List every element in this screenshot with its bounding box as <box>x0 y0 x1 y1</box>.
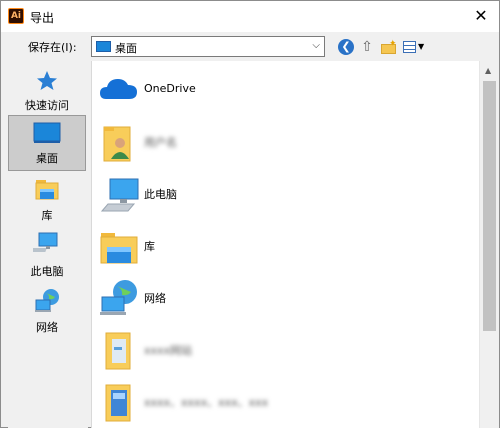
list-item-label: 库 <box>144 240 155 253</box>
list-item-onedrive[interactable]: OneDrive <box>92 65 478 115</box>
place-library[interactable]: 库 <box>8 173 86 229</box>
vertical-scrollbar[interactable]: ▲ <box>479 61 499 428</box>
sparkle-glyph: ✦ <box>389 39 397 49</box>
onedrive-cloud-icon <box>100 79 137 99</box>
this-pc-icon <box>100 178 139 212</box>
place-desktop[interactable]: 桌面 <box>8 115 86 171</box>
view-menu-arrow: ▼ <box>418 42 425 51</box>
up-one-level-icon[interactable]: ⇧ <box>359 39 375 55</box>
place-label: 网络 <box>36 321 58 334</box>
list-item-user-folder[interactable]: 用户名 <box>92 117 478 167</box>
place-network[interactable]: 网络 <box>8 285 86 341</box>
desktop-icon <box>33 122 61 143</box>
new-folder-icon[interactable]: ✦ <box>380 39 398 55</box>
folder-icon <box>105 332 131 370</box>
user-folder-icon <box>103 126 131 162</box>
list-item-label: 用户名 <box>144 136 177 149</box>
place-quick-access[interactable]: 快速访问 <box>8 63 86 119</box>
window-title: 导出 <box>30 11 55 25</box>
view-grid-glyph <box>403 41 416 53</box>
network-icon <box>100 280 137 315</box>
illustrator-app-icon: Ai <box>8 8 24 24</box>
list-item-label: 此电脑 <box>144 188 177 201</box>
library-icon <box>35 180 59 200</box>
list-item-label: xxxx网站 <box>144 344 193 357</box>
location-value: 桌面 <box>115 42 137 55</box>
list-item-library[interactable]: 库 <box>92 221 478 271</box>
export-dialog: Ai 导出 ✕ 保存在(I): 桌面 ⌵ ❮ ⇧ ✦ ▼ 快速访问 桌面 库 此… <box>0 0 500 428</box>
back-icon[interactable]: ❮ <box>338 39 354 55</box>
list-item-network[interactable]: 网络 <box>92 273 478 323</box>
navigation-toolbar: ❮ ⇧ ✦ ▼ <box>338 38 427 56</box>
place-label: 桌面 <box>36 152 58 165</box>
save-in-row: 保存在(I): 桌面 ⌵ ❮ ⇧ ✦ ▼ <box>1 32 499 60</box>
list-item-folder[interactable]: xxxx、xxxx、xxx、xxx <box>92 377 478 427</box>
list-item-folder[interactable]: xxxx网站 <box>92 325 478 375</box>
places-bar: 快速访问 桌面 库 此电脑 网络 <box>8 61 88 428</box>
network-icon <box>35 289 59 312</box>
place-this-pc[interactable]: 此电脑 <box>8 229 86 285</box>
place-label: 库 <box>41 209 53 222</box>
desktop-icon <box>96 41 111 52</box>
library-icon <box>100 233 138 264</box>
save-in-label: 保存在(I): <box>28 41 77 54</box>
list-item-label: xxxx、xxxx、xxx、xxx <box>144 396 269 409</box>
view-menu-icon[interactable]: ▼ <box>403 39 427 55</box>
this-pc-icon <box>33 232 58 252</box>
title-bar: Ai 导出 ✕ <box>1 1 499 32</box>
location-dropdown[interactable]: 桌面 ⌵ <box>91 36 325 57</box>
file-list[interactable]: OneDrive 用户名 此电脑 库 网络 xxxx网站 xxxx、xxxx、x… <box>91 61 479 428</box>
scroll-thumb[interactable] <box>483 81 496 331</box>
folder-icon <box>105 384 131 422</box>
place-label: 快速访问 <box>25 99 69 112</box>
place-label: 此电脑 <box>30 265 64 278</box>
scroll-up-arrow-icon[interactable]: ▲ <box>485 66 491 75</box>
list-item-this-pc[interactable]: 此电脑 <box>92 169 478 219</box>
close-button[interactable]: ✕ <box>469 5 493 27</box>
list-item-label: OneDrive <box>144 82 196 95</box>
quick-access-star-icon <box>37 71 57 90</box>
list-item-label: 网络 <box>144 292 166 305</box>
chevron-down-icon[interactable]: ⌵ <box>312 40 320 51</box>
